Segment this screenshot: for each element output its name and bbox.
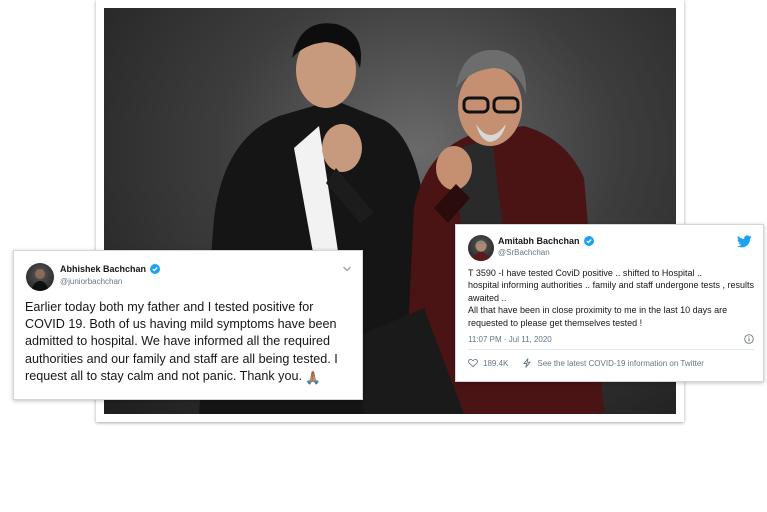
author-row: Amitabh Bachchan xyxy=(498,236,594,246)
chevron-down-icon[interactable] xyxy=(342,265,352,273)
avatar[interactable] xyxy=(468,235,494,261)
author-handle[interactable]: @SrBachchan xyxy=(498,248,550,257)
folded-hands-emoji: 🙏🏽 xyxy=(305,370,321,385)
tweet-amitabh[interactable]: Amitabh Bachchan @SrBachchan T 3590 -I h… xyxy=(455,224,764,382)
author-row: Abhishek Bachchan xyxy=(60,264,161,274)
author-name[interactable]: Amitabh Bachchan xyxy=(498,236,580,246)
lightning-icon xyxy=(523,358,532,368)
tweet-actions: 189.4K See the latest COVID-19 informati… xyxy=(468,358,754,368)
divider xyxy=(468,349,754,350)
timestamp[interactable]: 11:07 PM · Jul 11, 2020 xyxy=(468,335,552,344)
covid-info-link[interactable]: See the latest COVID-19 information on T… xyxy=(537,359,704,368)
tweet-abhishek[interactable]: Abhishek Bachchan @juniorbachchan Earlie… xyxy=(13,250,363,400)
twitter-bird-icon[interactable] xyxy=(737,235,752,248)
avatar[interactable] xyxy=(26,263,54,291)
verified-badge-icon xyxy=(583,236,594,246)
tweet-text: Earlier today both my father and I teste… xyxy=(25,300,338,383)
author-handle[interactable]: @juniorbachchan xyxy=(60,277,122,286)
heart-icon[interactable] xyxy=(468,358,478,368)
info-icon[interactable] xyxy=(744,334,754,344)
verified-badge-icon xyxy=(150,264,161,274)
tweet-meta: 11:07 PM · Jul 11, 2020 xyxy=(468,334,754,344)
tweet-text: T 3590 -I have tested CoviD positive .. … xyxy=(468,268,754,328)
like-count[interactable]: 189.4K xyxy=(483,359,508,368)
author-name[interactable]: Abhishek Bachchan xyxy=(60,264,146,274)
tweet-body: Earlier today both my father and I teste… xyxy=(25,299,355,387)
